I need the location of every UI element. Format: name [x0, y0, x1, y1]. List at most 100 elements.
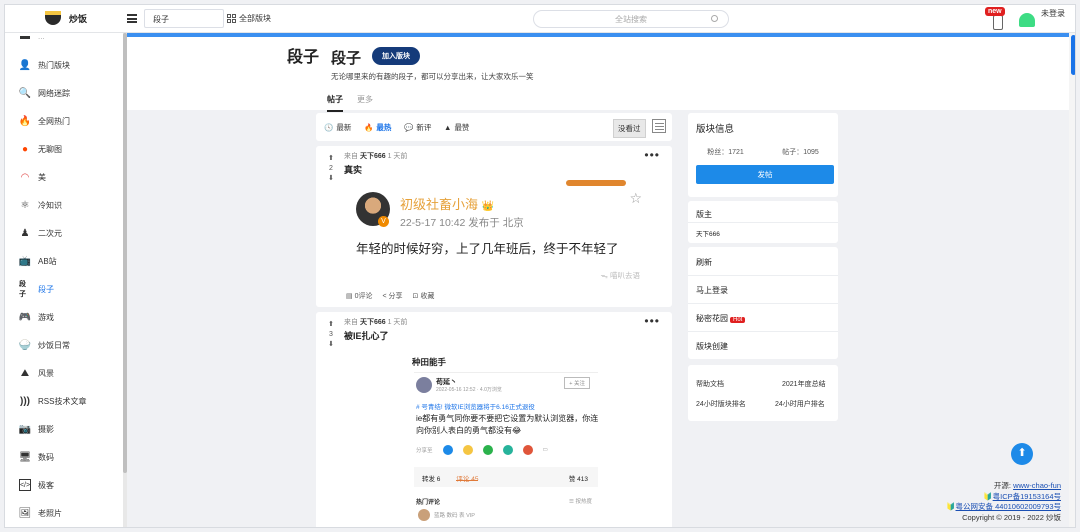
post-author[interactable]: 天下666	[360, 319, 386, 326]
sidebar-item-pics[interactable]: ● 无聊图	[19, 142, 62, 156]
secret-garden-link[interactable]: 秘密花园 Hot	[696, 313, 746, 324]
menu-icon[interactable]	[127, 14, 137, 23]
refresh-link[interactable]: 刷新	[696, 257, 712, 268]
more-options-icon[interactable]: •••	[644, 314, 660, 328]
new-post-button[interactable]: 发帖	[696, 165, 834, 184]
sidebar-item-digital[interactable]: 🖥 数码	[19, 450, 54, 464]
atom-icon: ⚛	[20, 199, 30, 211]
police-badge-icon: 🔰	[983, 491, 993, 501]
board-ranking-link[interactable]: 24小时版块排名	[696, 399, 746, 409]
image-date: 22-5-17 10:42 发布于 北京	[400, 217, 524, 229]
duanzi-icon: 段子	[19, 281, 26, 298]
moderator-name[interactable]: 天下666	[696, 228, 720, 238]
sort-newest[interactable]: 🕓 最新	[324, 122, 351, 133]
sidebar-item-label: 极客	[38, 480, 54, 490]
back-to-top-button[interactable]: ⬆	[1011, 443, 1033, 465]
all-boards-button[interactable]: 全部版块	[227, 13, 271, 24]
sort-new-comments[interactable]: 💬 新评	[404, 122, 431, 133]
hot-comments-label: 热门评论	[416, 500, 441, 506]
open-source-link[interactable]: www-chao-fun	[1013, 481, 1061, 490]
sidebar-item-photo[interactable]: 📷 摄影	[19, 422, 54, 436]
board-title: 段子	[331, 50, 362, 67]
upvote-icon[interactable]: ⬆	[326, 320, 336, 330]
sidebar-item-trivia[interactable]: ⚛ 冷知识	[19, 198, 62, 212]
icp-link[interactable]: 粤ICP备19153164号	[993, 492, 1061, 501]
police-link[interactable]: 粤公网安备 44010602009793号	[956, 502, 1061, 511]
posts-count: 帖子：1095	[782, 149, 819, 156]
android-icon[interactable]	[1019, 13, 1035, 27]
share-to-label: 分享至	[416, 448, 433, 454]
sidebar-item-label: 游戏	[38, 312, 54, 322]
sidebar-item-hot[interactable]: 🔥 全网热门	[19, 114, 70, 128]
post-meta: 来自 天下666 1 天前	[344, 317, 407, 327]
sort-label: 最新	[336, 123, 352, 132]
board-select[interactable]: 段子	[144, 9, 224, 28]
sidebar-item-geek[interactable]: </> 极客	[19, 478, 54, 492]
open-source-line: 开源: www-chao-fun	[946, 481, 1061, 492]
from-label: 来自	[344, 153, 358, 160]
login-now-link[interactable]: 马上登录	[696, 285, 728, 296]
image-username-text: 初级社畜小海	[400, 197, 479, 212]
tab-posts[interactable]: 帖子	[327, 94, 343, 112]
post-card[interactable]: ⬆ 2 ⬇ 来自 天下666 1 天前 ••• 真实 V 初级社畜小海 👑 22…	[316, 146, 672, 307]
moderator-panel: 版主 天下666	[688, 201, 838, 243]
sidebar-item-label: 无聊图	[38, 144, 62, 154]
post-title[interactable]: 真实	[344, 163, 362, 176]
upvote-icon[interactable]: ⬆	[326, 154, 336, 164]
year-summary-link[interactable]: 2021年度总结	[782, 379, 826, 389]
sort-hottest[interactable]: 🔥 最热	[364, 122, 391, 133]
main-scrollbar[interactable]	[1069, 33, 1075, 527]
landscape-icon: ⛰	[20, 367, 30, 379]
more-options-icon[interactable]: •••	[644, 148, 660, 162]
sidebar-item-beauty[interactable]: ◠ 美	[19, 170, 46, 184]
post-image[interactable]: V 初级社畜小海 👑 22-5-17 10:42 发布于 北京 ☆ 年轻的时候好…	[350, 180, 660, 282]
vote-score: 2	[329, 165, 333, 172]
divider	[688, 275, 838, 276]
downvote-icon[interactable]: ⬇	[326, 174, 336, 184]
tv-icon: 📺	[18, 255, 32, 267]
sidebar-item-partial[interactable]: ▬...	[19, 29, 45, 43]
police-badge-icon: 🔰	[946, 502, 956, 511]
favorite-button[interactable]: ⊡ 收藏	[413, 291, 435, 301]
top-bar: 炒饭 段子 全部版块 全站搜索 new 未登录	[5, 5, 1075, 33]
share-button[interactable]: < 分享	[382, 291, 402, 301]
commenter-name: 蓝路 数码 表 VIP	[434, 513, 475, 519]
sidebar-item-net[interactable]: 🔍 网络迷踪	[19, 86, 70, 100]
all-boards-label: 全部版块	[239, 14, 271, 23]
phone-icon[interactable]	[993, 15, 1003, 30]
sidebar-item-acg[interactable]: ♟ 二次元	[19, 226, 62, 240]
search-placeholder: 全站搜索	[615, 15, 647, 24]
search-icon[interactable]	[711, 15, 718, 22]
sidebar-item-oldphoto[interactable]: 🖼 老照片	[19, 506, 62, 520]
sort-label: 最热	[376, 123, 392, 132]
help-docs-link[interactable]: 帮助文档	[696, 379, 724, 389]
layout-toggle-icon[interactable]	[652, 119, 666, 133]
sidebar-item-daily[interactable]: 🍚 炒饭日常	[19, 338, 70, 352]
avatar	[418, 509, 430, 521]
login-link[interactable]: 未登录	[1041, 8, 1065, 19]
weibo-tabs: 转发 6 评论 45 赞 413	[414, 467, 598, 487]
post-image[interactable]: 种田能手 苟延丶 2022-05-16 12:52 · 4.0万浏览 + 关注 …	[410, 352, 602, 522]
post-card[interactable]: ⬆ 3 ⬇ 来自 天下666 1 天前 ••• 被IE扎心了 种田能手 苟延丶 …	[316, 312, 672, 527]
search-input[interactable]: 全站搜索	[533, 10, 729, 28]
sidebar-item-games[interactable]: 🎮 游戏	[19, 310, 54, 324]
sort-most-liked[interactable]: ▲ 最赞	[444, 122, 469, 133]
sidebar-item-scenery[interactable]: ⛰ 风景	[19, 366, 54, 380]
downvote-icon[interactable]: ⬇	[326, 340, 336, 350]
join-board-button[interactable]: 加入版块	[372, 47, 420, 65]
site-logo[interactable]: 炒饭	[45, 11, 87, 25]
post-title[interactable]: 被IE扎心了	[344, 329, 389, 342]
create-board-link[interactable]: 版块创建	[696, 341, 728, 352]
sidebar-item-rss[interactable]: ))) RSS技术文章	[19, 394, 86, 408]
unseen-filter-button[interactable]: 没看过	[613, 119, 646, 138]
sidebar-item-hot-boards[interactable]: 👤 热门版块	[19, 58, 70, 72]
post-author[interactable]: 天下666	[360, 153, 386, 160]
comment-button[interactable]: ▤ 0评论	[346, 291, 372, 301]
police-line: 🔰粤公网安备 44010602009793号	[946, 502, 1061, 513]
sidebar-item-duanzi[interactable]: 段子 段子	[19, 281, 54, 298]
user-ranking-link[interactable]: 24小时用户排名	[775, 399, 825, 409]
camera-icon: 📷	[18, 423, 32, 435]
vote-score: 3	[329, 331, 333, 338]
tab-more[interactable]: 更多	[357, 94, 373, 112]
sidebar-item-ab[interactable]: 📺 AB站	[19, 254, 57, 268]
